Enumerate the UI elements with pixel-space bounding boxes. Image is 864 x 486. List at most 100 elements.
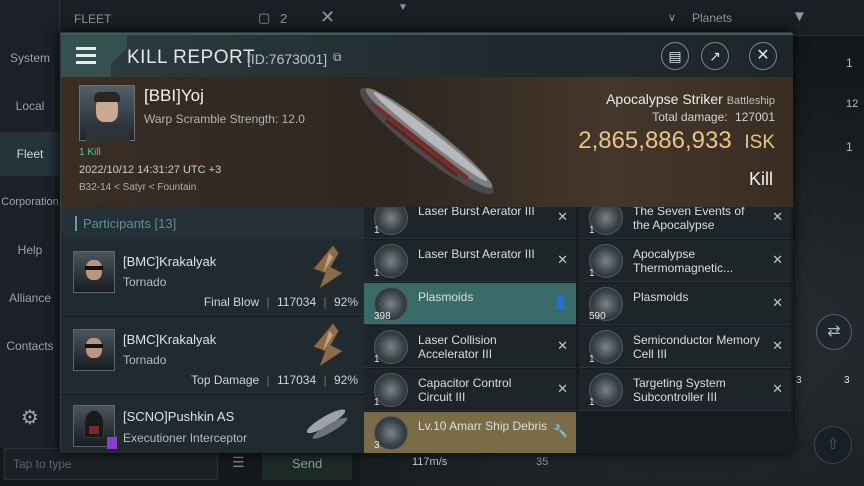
item-label: Apocalypse Thermomagnetic... [633, 247, 734, 275]
participant-row[interactable]: [BMC]Krakalyak Tornado Top Damage | 1170… [61, 317, 364, 393]
settings-gear-icon[interactable]: ⚙ [0, 396, 60, 440]
participant-role: Top Damage [191, 373, 260, 387]
item-label: Capacitor Control Circuit III [418, 376, 512, 404]
total-damage-label: Total damage: [652, 110, 728, 124]
filter-icon[interactable]: ▼ [792, 8, 807, 25]
item-quantity: 1 [374, 225, 380, 236]
item-tile[interactable]: 1 Laser Burst Aerator III ✕ [364, 207, 576, 239]
item-tile[interactable]: 1 The Seven Events of the Apocalypse ✕ [579, 207, 791, 239]
tornado-ship-icon [312, 244, 344, 291]
item-tile[interactable]: 3 Lv.10 Amarr Ship Debris 🔧 [364, 412, 576, 453]
participants-panel: Participants [13] [BMC]Krakalyak Tornado… [61, 207, 364, 453]
copy-icon[interactable]: ⧉ [333, 50, 342, 65]
victim-pilot-name[interactable]: [BBI]Yoj [144, 86, 204, 106]
item-tile[interactable]: 1 Semiconductor Memory Cell III ✕ [579, 326, 791, 368]
kill-location[interactable]: B32-14 < Satyr < Fountain [79, 182, 196, 193]
victim-ship[interactable]: Apocalypse Striker Battleship [606, 91, 775, 107]
tab-alliance[interactable]: Alliance [0, 276, 60, 320]
separator: | [323, 373, 327, 387]
item-label: Laser Burst Aerator III [418, 247, 535, 261]
executioner-ship-icon [306, 409, 348, 439]
participant-ship: Tornado [123, 353, 167, 367]
overview-count-3: 1 [846, 140, 853, 154]
tab-help[interactable]: Help [0, 228, 60, 272]
fleet-close-icon[interactable]: ✕ [320, 7, 335, 28]
fleet-label: FLEET [74, 12, 112, 26]
item-quantity: 398 [374, 311, 391, 322]
ship-class: Battleship [726, 95, 775, 107]
avatar-sunglasses [85, 344, 103, 348]
victim-avatar[interactable] [79, 85, 135, 141]
item-tile[interactable]: 398 Plasmoids 👤 [364, 283, 576, 325]
participant-avatar [73, 251, 115, 293]
item-quantity: 1 [589, 225, 595, 236]
item-tile[interactable]: 1 Capacitor Control Circuit III ✕ [364, 369, 576, 411]
chat-menu-icon[interactable]: ☰ [232, 454, 245, 471]
item-tile[interactable]: 1 Laser Collision Accelerator III ✕ [364, 326, 576, 368]
close-icon[interactable]: ✕ [557, 338, 568, 354]
chevron-down-icon[interactable]: ∨ [668, 11, 676, 24]
tab-corporation[interactable]: Corporation [0, 180, 60, 224]
tab-system[interactable]: System [0, 36, 60, 80]
hamburger-icon-line [76, 54, 96, 57]
close-icon[interactable]: ✕ [772, 381, 783, 397]
kill-report-window: KILL REPORT [ID:7673001] ⧉ ▤ ↗ ✕ [BBI]Yo… [60, 32, 793, 453]
speed-extra: 35 [536, 456, 549, 468]
victim-banner: [BBI]Yoj Warp Scramble Strength: 12.0 1 … [61, 77, 793, 207]
participants-header: Participants [13] [61, 207, 364, 239]
wrench-icon[interactable]: 🔧 [553, 424, 568, 438]
swap-arrows-icon[interactable]: ⇄ [816, 314, 852, 350]
close-icon[interactable]: ✕ [557, 252, 568, 268]
total-damage-value: 127001 [734, 110, 775, 124]
item-label: Semiconductor Memory Cell III [633, 333, 760, 361]
separator: | [266, 295, 270, 309]
item-label: Laser Burst Aerator III [418, 207, 535, 218]
tab-fleet[interactable]: Fleet [0, 132, 60, 176]
kill-type: Kill [748, 169, 773, 189]
menu-button[interactable] [61, 35, 111, 77]
item-quantity: 3 [374, 440, 380, 451]
item-tile[interactable]: 1 Laser Burst Aerator III ✕ [364, 240, 576, 282]
close-icon[interactable]: ✕ [772, 295, 783, 311]
close-icon[interactable]: ✕ [772, 252, 783, 268]
avatar-face [86, 338, 102, 358]
overview-filter-select[interactable]: Planets [692, 11, 732, 25]
item-tile[interactable]: 590 Plasmoids ✕ [579, 283, 791, 325]
participant-ship: Executioner Interceptor [123, 431, 248, 445]
kill-datetime: 2022/10/12 14:31:27 UTC +3 [79, 164, 222, 176]
clipboard-icon[interactable]: ▤ [661, 42, 689, 70]
ship-name: Apocalypse Striker [606, 91, 723, 107]
item-quantity: 1 [589, 268, 595, 279]
share-icon[interactable]: ↗ [701, 42, 729, 70]
item-tile[interactable]: 1 Apocalypse Thermomagnetic... ✕ [579, 240, 791, 282]
participant-damage: 117034 [277, 295, 317, 309]
tab-local[interactable]: Local [0, 84, 60, 128]
avatar-sunglasses [85, 266, 103, 270]
hamburger-icon-line [76, 61, 96, 64]
badge-icon [107, 437, 117, 449]
chat-input-bar: Tap to type ☰ Send [0, 448, 360, 486]
participant-row[interactable]: [SCNO]Pushkin AS Executioner Interceptor [61, 395, 364, 453]
participant-row[interactable]: [BMC]Krakalyak Tornado Final Blow | 1170… [61, 239, 364, 315]
participant-percent: 92% [333, 373, 358, 387]
fleet-window-icon[interactable]: ▢ [258, 10, 270, 26]
item-quantity: 1 [374, 354, 380, 365]
close-icon[interactable]: ✕ [557, 381, 568, 397]
hamburger-icon [76, 47, 96, 50]
close-icon[interactable]: ✕ [772, 209, 783, 225]
close-icon[interactable]: ✕ [749, 42, 777, 70]
item-tile[interactable]: 1 Targeting System Subcontroller III ✕ [579, 369, 791, 411]
report-id: [ID:7673001] [247, 51, 328, 67]
kill-report-header: KILL REPORT [ID:7673001] ⧉ ▤ ↗ ✕ [61, 33, 793, 77]
participants-title: Participants [13] [75, 216, 176, 231]
tab-contacts[interactable]: Contacts [0, 324, 60, 368]
participant-avatar [73, 329, 115, 371]
item-label: The Seven Events of the Apocalypse [633, 207, 745, 232]
close-icon[interactable]: ✕ [772, 338, 783, 354]
warp-icon[interactable]: ⇧ [814, 426, 852, 464]
person-icon[interactable]: 👤 [553, 295, 568, 309]
participant-stats: Final Blow | 117034 | 92% [204, 295, 358, 309]
close-icon[interactable]: ✕ [557, 209, 568, 225]
item-label: Lv.10 Amarr Ship Debris [418, 419, 548, 433]
kill-count: 1 Kill [79, 147, 101, 158]
